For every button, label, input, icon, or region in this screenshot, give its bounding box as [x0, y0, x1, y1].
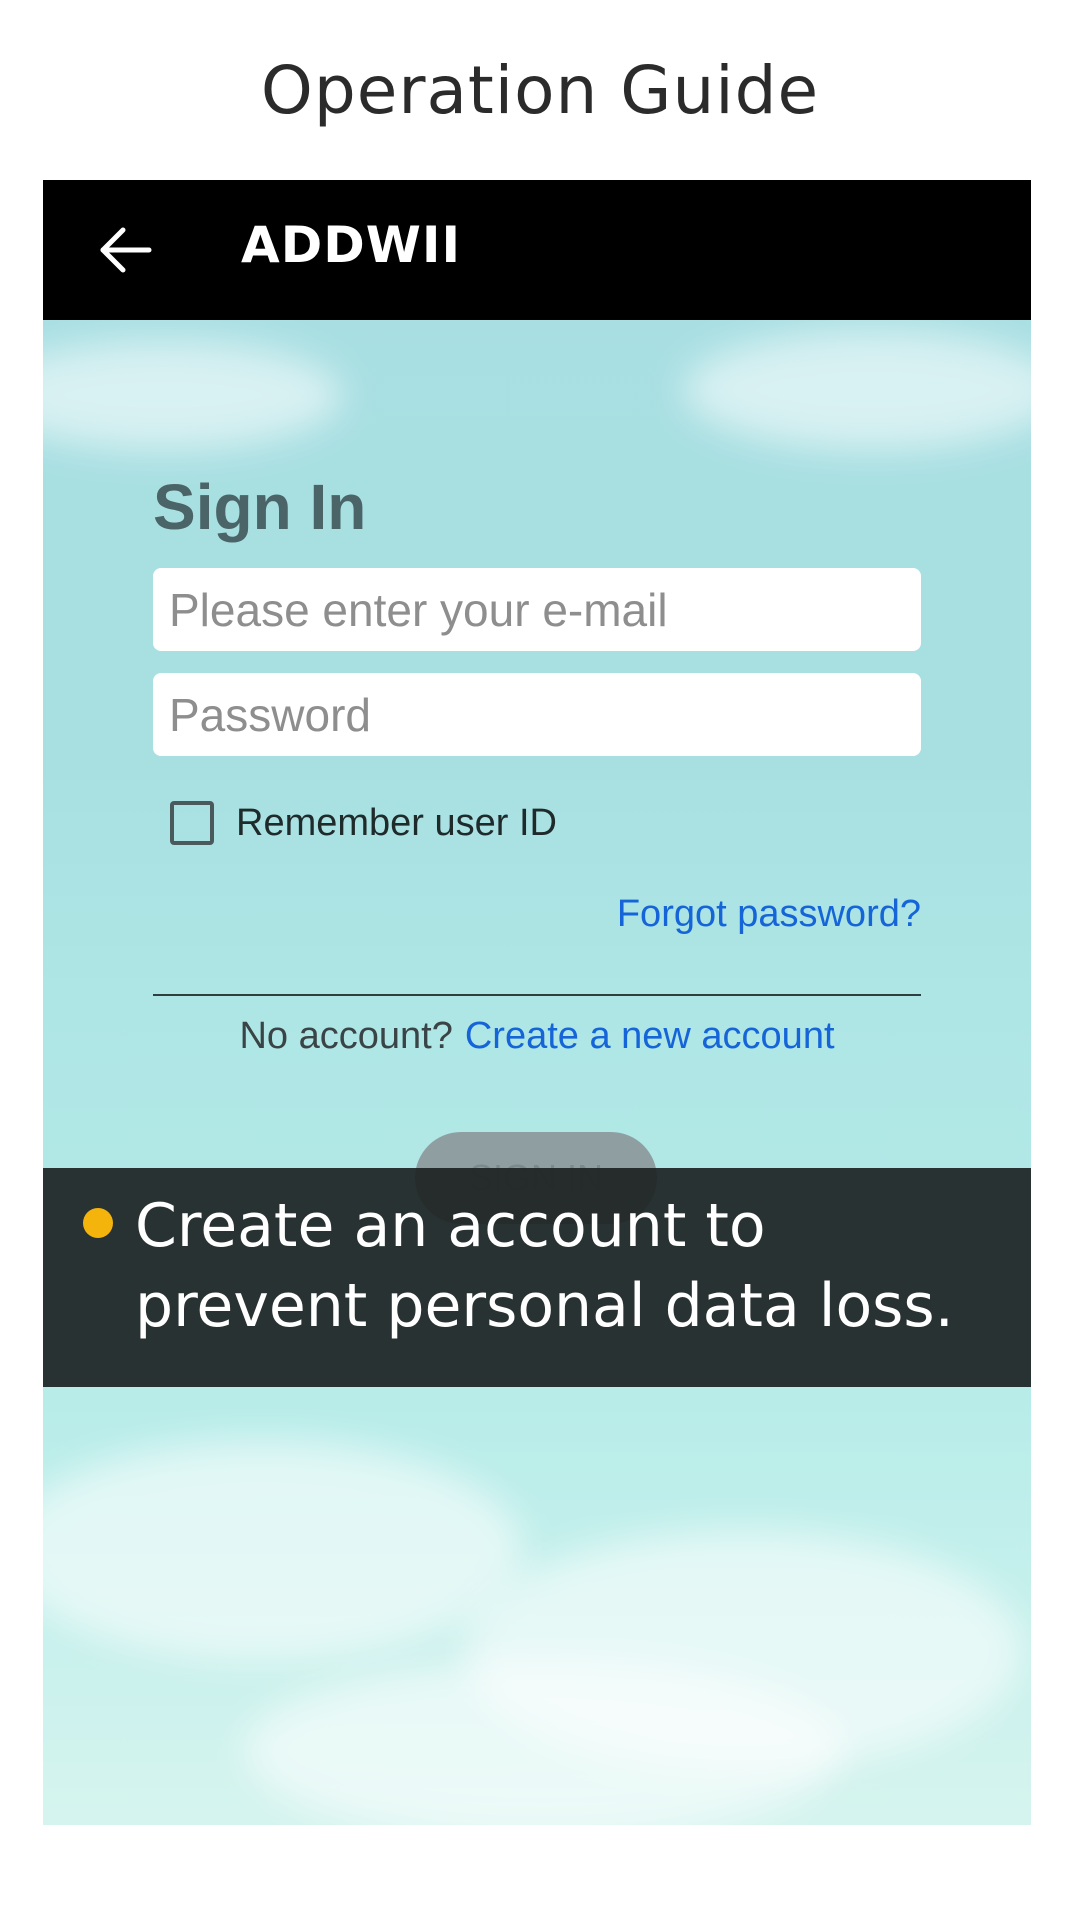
cloud-decoration — [43, 340, 343, 450]
remember-user-checkbox[interactable] — [170, 801, 214, 845]
cloud-decoration — [43, 1440, 523, 1660]
email-input[interactable] — [153, 568, 921, 651]
cloud-decoration — [683, 330, 1031, 450]
phone-screenshot: ADDWII Sign In Remember user ID Forgot p… — [43, 180, 1031, 1825]
app-title: ADDWII — [241, 216, 462, 274]
remember-user-row: Remember user ID — [170, 797, 557, 849]
no-account-text: No account? — [239, 1015, 453, 1057]
app-bar: ADDWII — [43, 180, 1031, 320]
guide-caption-overlay: Create an account to prevent personal da… — [43, 1168, 1031, 1387]
arrow-left-icon[interactable] — [93, 218, 157, 282]
guide-caption-text: Create an account to prevent personal da… — [135, 1191, 954, 1341]
create-account-link[interactable]: Create a new account — [465, 1015, 835, 1057]
page-title: Operation Guide — [260, 52, 820, 129]
cloud-decoration — [243, 1660, 843, 1825]
create-account-row: No account? Create a new account — [43, 1015, 1031, 1058]
bullet-dot-icon — [83, 1208, 113, 1238]
divider — [153, 994, 921, 996]
sign-in-heading: Sign In — [153, 471, 367, 543]
remember-user-label: Remember user ID — [236, 801, 557, 844]
password-input[interactable] — [153, 673, 921, 756]
forgot-password-link[interactable]: Forgot password? — [617, 893, 921, 936]
